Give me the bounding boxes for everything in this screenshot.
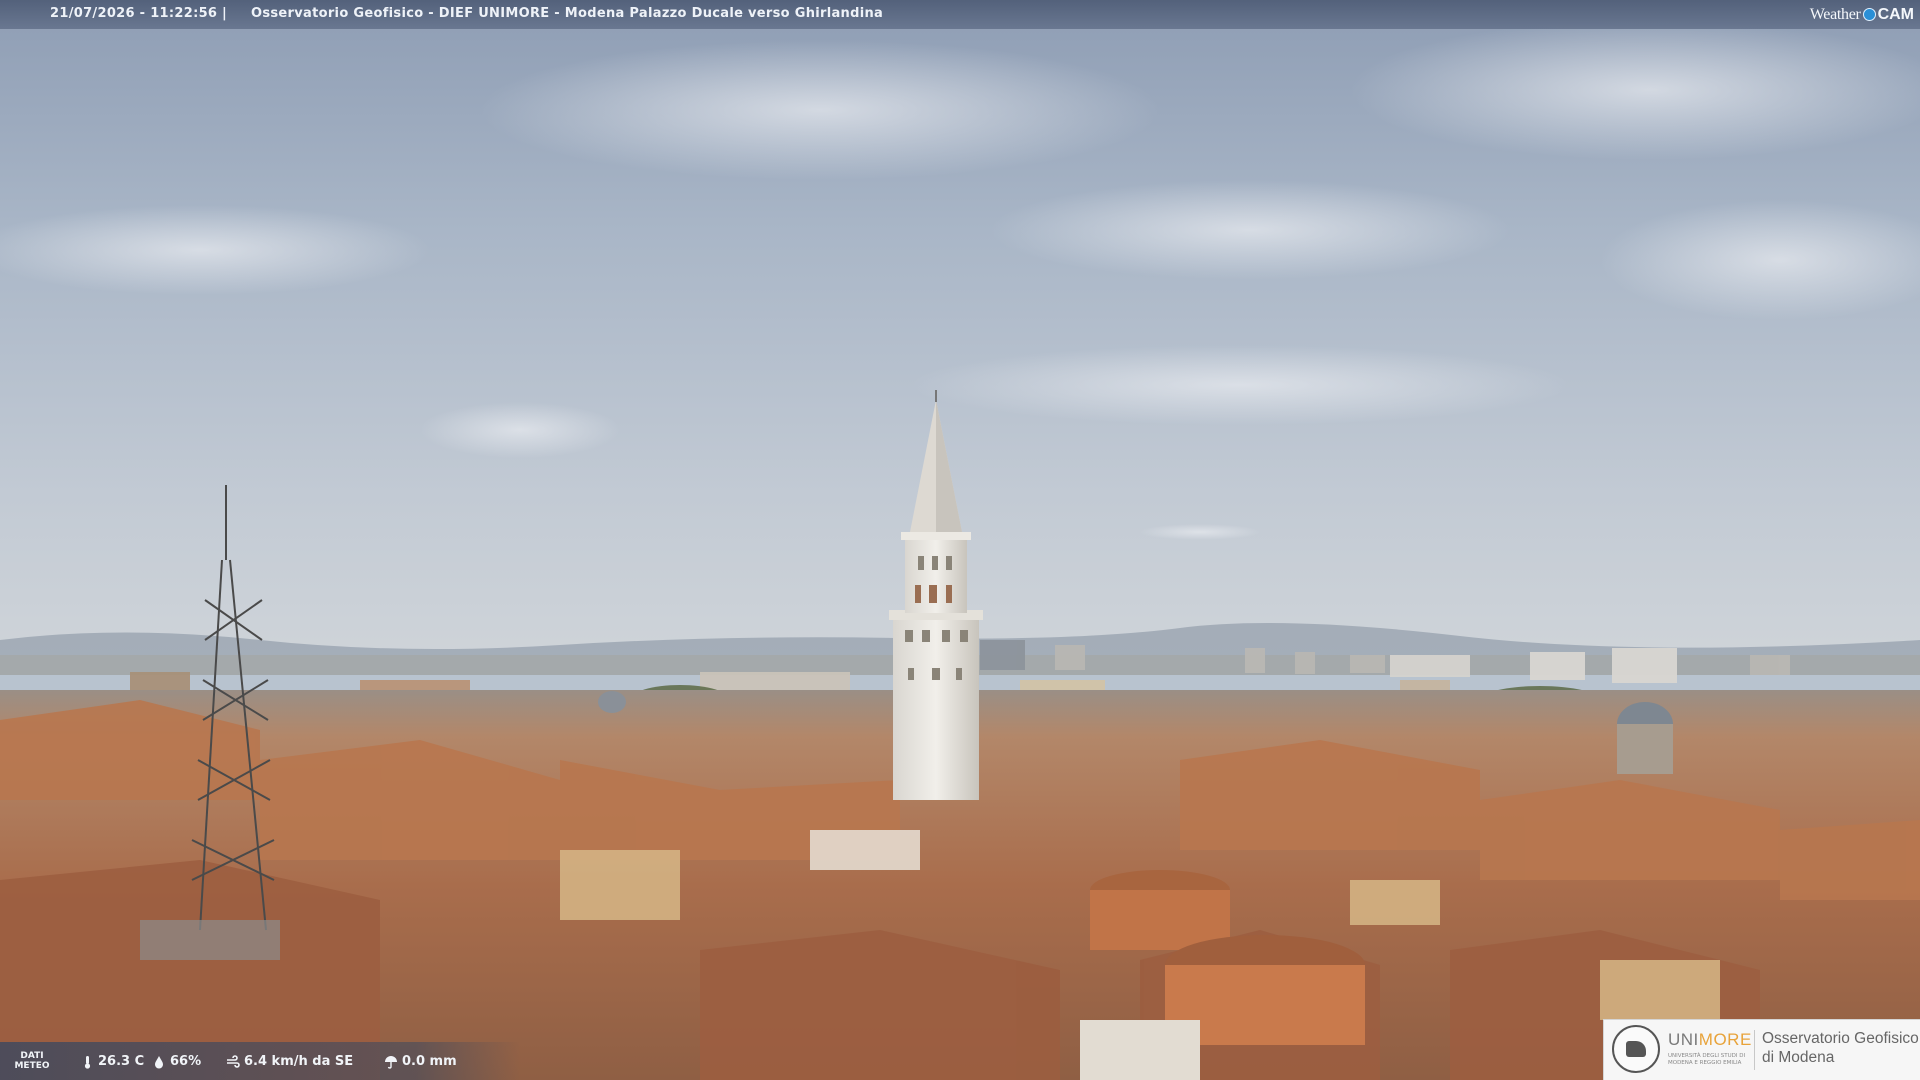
- rain-readout: 0.0 mm: [384, 1054, 457, 1069]
- logo-divider: [1754, 1030, 1755, 1070]
- wind-readout: 6.4 km/h da SE: [226, 1054, 353, 1069]
- observatory-line-1: Osservatorio Geofisico: [1762, 1030, 1919, 1047]
- brand-word-cam: CAM: [1877, 5, 1914, 23]
- camera-title: Osservatorio Geofisico - DIEF UNIMORE - …: [251, 6, 884, 21]
- banner-separator: |: [222, 6, 228, 21]
- unimore-logo-panel: UNIMORE UNIVERSITÀ DEGLI STUDI DI MODENA…: [1603, 1019, 1920, 1080]
- weathercam-logo: Weather CAM: [1802, 0, 1920, 29]
- rain-value: 0.0 mm: [402, 1054, 457, 1069]
- brand-word-weather: Weather: [1809, 5, 1861, 23]
- unimore-more: MORE: [1698, 1030, 1752, 1049]
- university-seal-icon: [1612, 1025, 1660, 1073]
- webcam-image: [0, 0, 1920, 1080]
- brand-dot-icon: [1862, 8, 1876, 21]
- wind-value: 6.4 km/h da SE: [244, 1054, 354, 1069]
- unimore-wordmark: UNIMORE: [1668, 1030, 1752, 1050]
- temperature-readout: 26.3 C: [80, 1054, 144, 1069]
- wind-icon: [227, 1054, 240, 1068]
- thermometer-icon: [84, 1055, 91, 1069]
- humidity-value: 66%: [170, 1054, 202, 1069]
- observatory-line-2: di Modena: [1762, 1049, 1835, 1066]
- humidity-readout: 66%: [152, 1054, 201, 1069]
- observatory-name: Osservatorio Geofisico di Modena: [1762, 1029, 1919, 1067]
- rain-umbrella-icon: [385, 1055, 397, 1069]
- timestamp: 21/07/2026 - 11:22:56: [50, 6, 218, 21]
- weather-data-strip: DATI METEO 26.3 C 66% 6.4 km/h da SE 0.0…: [0, 1042, 520, 1080]
- unimore-subtitle: UNIVERSITÀ DEGLI STUDI DI MODENA E REGGI…: [1668, 1053, 1746, 1066]
- humidity-drop-icon: [155, 1055, 163, 1068]
- info-banner: 21/07/2026 - 11:22:56 | Osservatorio Geo…: [0, 0, 1920, 29]
- temperature-value: 26.3 C: [98, 1054, 145, 1069]
- unimore-uni: UNI: [1668, 1030, 1699, 1049]
- meteo-label: DATI METEO: [14, 1051, 50, 1071]
